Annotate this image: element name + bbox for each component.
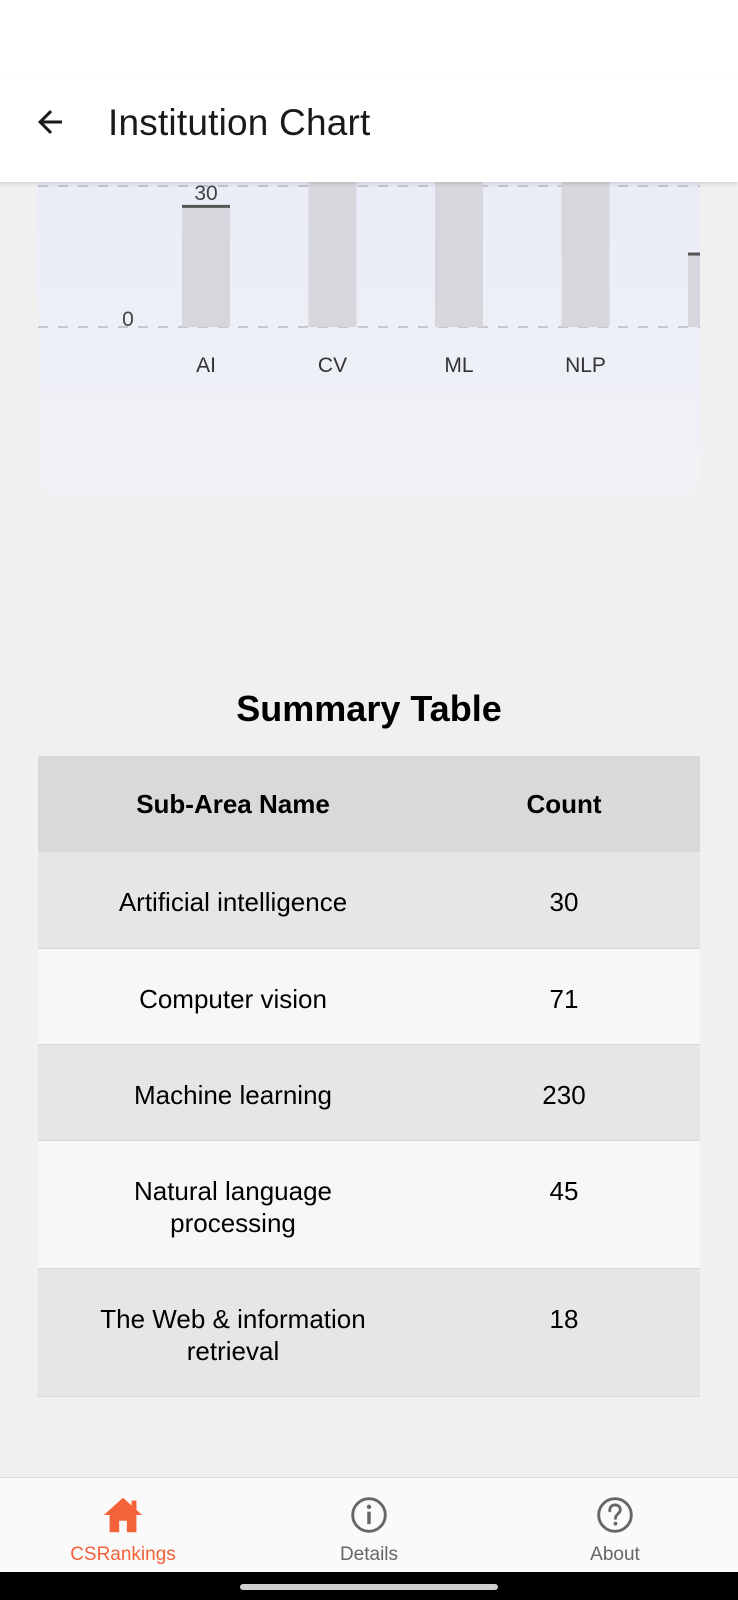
info-icon <box>351 1497 387 1533</box>
arrow-back-icon <box>38 110 62 134</box>
bar <box>308 180 357 327</box>
nav-label: Details <box>339 1544 399 1565</box>
x-tick-label: ML <box>444 354 473 377</box>
bar-cap <box>688 252 700 256</box>
system-gesture-bar <box>0 1572 738 1600</box>
x-tick-label: CV <box>318 354 347 377</box>
page-title: Institution Chart <box>108 102 371 143</box>
nav-item-csrankings[interactable]: CSRankings <box>0 1478 246 1572</box>
bar <box>688 255 700 327</box>
nav-label: About <box>590 1544 640 1565</box>
nav-label: CSRankings <box>70 1544 176 1565</box>
row-name: Artificial intelligence <box>38 852 428 949</box>
row-name: The Web & information retrieval <box>38 1268 428 1397</box>
home-icon <box>103 1497 143 1533</box>
status-bar <box>0 0 738 80</box>
bar-cap <box>182 204 230 208</box>
table-header-row: Sub-Area Name Count <box>38 756 700 852</box>
table-row: The Web & information retrieval 18 <box>38 1268 700 1397</box>
row-count: 230 <box>428 1044 700 1141</box>
y-tick-label: 0 <box>122 308 134 331</box>
table-row: Artificial intelligence 30 <box>38 852 700 949</box>
back-button[interactable] <box>28 100 72 144</box>
x-tick-label: AI <box>196 354 216 377</box>
app-bar: Institution Chart <box>0 80 738 182</box>
bar-value-label: 30 <box>194 182 217 205</box>
bar-chart: 030AICVMLNLP18T <box>38 180 700 377</box>
chart-card: 030AICVMLNLP18T <box>38 140 700 496</box>
row-name: Natural language processing <box>38 1140 428 1269</box>
table-row: Machine learning 230 <box>38 1044 700 1141</box>
help-icon <box>597 1497 633 1533</box>
summary-title: Summary Table <box>236 688 502 729</box>
row-count: 30 <box>428 852 700 949</box>
row-name: Machine learning <box>38 1044 428 1141</box>
row-count: 18 <box>428 1268 700 1397</box>
bar <box>182 207 230 327</box>
row-count: 71 <box>428 948 700 1045</box>
table-row: Natural language processing 45 <box>38 1140 700 1269</box>
bar <box>561 180 610 327</box>
table-row: Computer vision 71 <box>38 948 700 1045</box>
summary-table: Sub-Area Name Count Artificial intellige… <box>38 756 700 1397</box>
header-count: Count <box>428 756 700 852</box>
nav-item-details[interactable]: Details <box>246 1478 492 1572</box>
gesture-handle[interactable] <box>240 1584 498 1590</box>
bottom-navigation: CSRankings Details About <box>0 1477 738 1572</box>
nav-item-about[interactable]: About <box>492 1478 738 1572</box>
bar <box>435 180 483 327</box>
row-name: Computer vision <box>38 948 428 1045</box>
x-tick-label: NLP <box>565 354 606 377</box>
header-sub-area-name: Sub-Area Name <box>38 756 428 852</box>
row-count: 45 <box>428 1140 700 1269</box>
